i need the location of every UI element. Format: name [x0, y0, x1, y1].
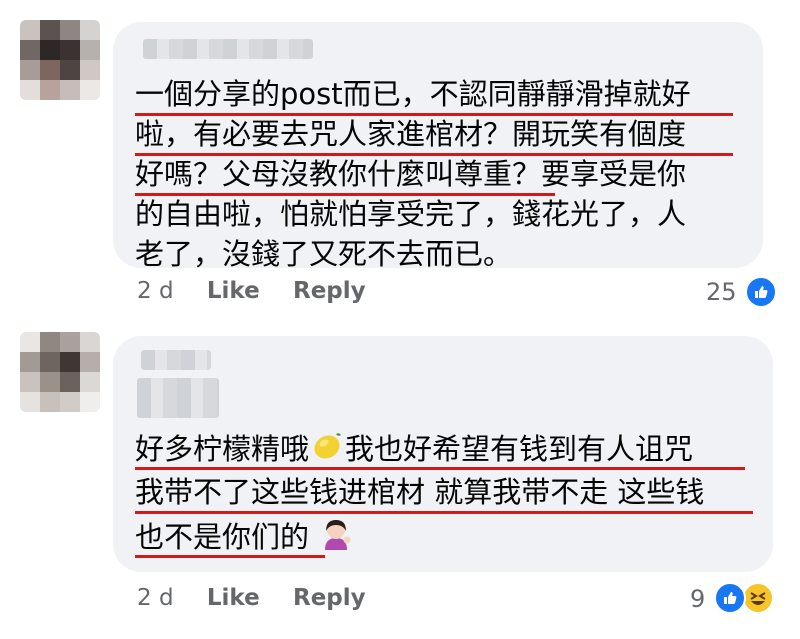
comment-text-line: 的自由啦，怕就怕享受完了，錢花光了，人	[135, 197, 687, 231]
author-name-blurred[interactable]	[143, 39, 313, 59]
avatar[interactable]	[20, 332, 100, 412]
comment-text-line: 一個分享的post而已，不認同靜靜滑掉就好	[135, 77, 691, 111]
comment-text-line: 我带不了这些钱进棺材 就算我带不走 这些钱	[135, 475, 705, 509]
comment-meta: 2 d Like Reply	[137, 585, 366, 611]
like-button[interactable]: Like	[207, 278, 260, 304]
avatar[interactable]	[20, 20, 100, 100]
reaction-count[interactable]: 9	[690, 585, 705, 613]
highlight-underline	[135, 511, 753, 514]
like-icon[interactable]	[714, 582, 746, 614]
comment-text-line: 啦，有必要去咒人家進棺材？開玩笑有個度	[135, 117, 687, 151]
like-button[interactable]: Like	[207, 585, 260, 611]
comment-text-line: 好嗎？父母沒教你什麼叫尊重？要享受是你	[135, 157, 687, 191]
like-icon[interactable]	[745, 276, 777, 308]
haha-icon[interactable]	[742, 582, 774, 614]
comment-meta: 2 d Like Reply	[137, 278, 366, 304]
comment-bubble: 好多柠檬精哦 我也好希望有钱到有人诅咒 我带不了这些钱进棺材 就算我带不走 这些钱…	[113, 336, 773, 572]
highlight-underline	[135, 555, 325, 558]
author-name-blurred[interactable]	[141, 350, 211, 370]
reply-button[interactable]: Reply	[293, 585, 366, 611]
timestamp[interactable]: 2 d	[137, 278, 174, 304]
reply-button[interactable]: Reply	[293, 278, 366, 304]
comment-bubble: 一個分享的post而已，不認同靜靜滑掉就好 啦，有必要去咒人家進棺材？開玩笑有個…	[113, 22, 763, 271]
comment-text-line: 老了，沒錢了又死不去而已。	[135, 237, 513, 271]
author-name-blurred[interactable]	[137, 378, 219, 418]
reaction-count[interactable]: 25	[706, 278, 737, 306]
highlight-underline	[135, 467, 745, 470]
timestamp[interactable]: 2 d	[137, 585, 174, 611]
